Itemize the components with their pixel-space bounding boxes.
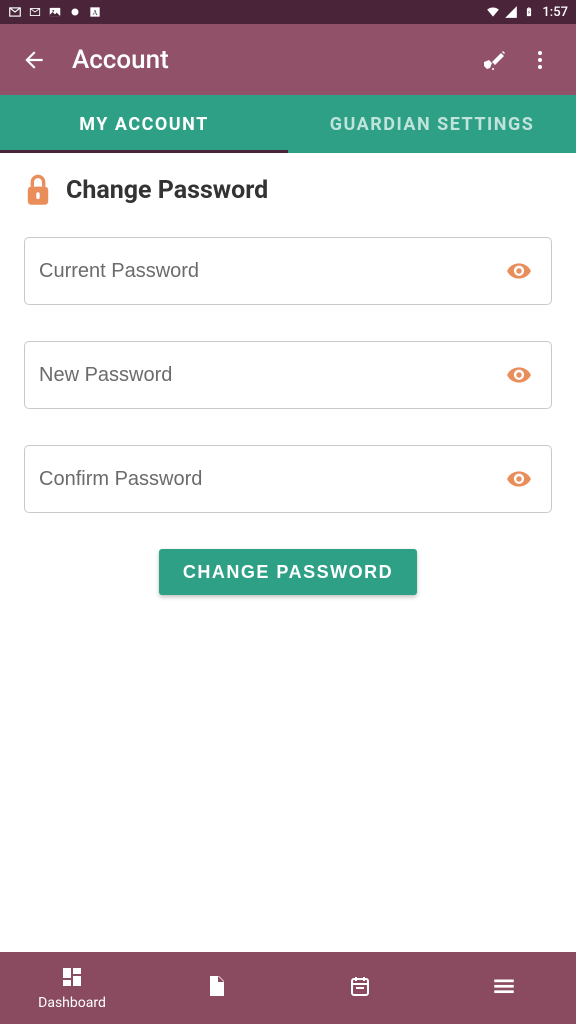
gmail-icon [28,5,42,19]
toggle-visibility-button[interactable] [501,461,537,497]
status-bar: A 1:57 [0,0,576,24]
new-password-input[interactable] [39,364,491,387]
nav-dashboard[interactable]: Dashboard [0,952,144,1024]
tab-guardian-settings[interactable]: GUARDIAN SETTINGS [288,95,576,153]
tab-label: GUARDIAN SETTINGS [330,114,535,135]
new-password-field[interactable] [24,341,552,409]
confirm-password-input[interactable] [39,468,491,491]
overflow-menu-button[interactable] [518,38,562,82]
edit-button[interactable] [474,38,518,82]
nav-document[interactable] [144,952,288,1024]
status-time: 1:57 [542,5,568,20]
photos-icon [48,5,62,19]
section-title: Change Password [66,176,268,205]
dashboard-icon [60,965,84,993]
back-button[interactable] [14,40,54,80]
current-password-field[interactable] [24,237,552,305]
status-system: 1:57 [486,5,568,20]
svg-text:A: A [92,9,97,17]
bottom-nav: Dashboard [0,952,576,1024]
lock-icon [24,173,52,207]
toggle-visibility-button[interactable] [501,357,537,393]
menu-icon [491,973,517,1003]
battery-icon [522,5,536,19]
tab-my-account[interactable]: MY ACCOUNT [0,95,288,153]
nav-calendar[interactable] [288,952,432,1024]
confirm-password-field[interactable] [24,445,552,513]
tab-bar: MY ACCOUNT GUARDIAN SETTINGS [0,95,576,153]
font-icon: A [88,5,102,19]
current-password-input[interactable] [39,260,491,283]
change-password-button[interactable]: CHANGE PASSWORD [159,549,417,595]
document-icon [204,974,228,1002]
toggle-visibility-button[interactable] [501,253,537,289]
nav-menu[interactable] [432,952,576,1024]
section-header: Change Password [24,173,552,207]
page-title: Account [72,45,474,75]
status-notifications: A [8,5,102,19]
signal-icon [504,5,518,19]
app-bar: Account [0,24,576,95]
app-notif-icon [68,5,82,19]
mail-icon [8,5,22,19]
content-area: Change Password CHANGE PASSWORD [0,153,576,952]
tab-label: MY ACCOUNT [79,114,209,135]
calendar-icon [348,974,372,1002]
wifi-icon [486,5,500,19]
nav-label: Dashboard [38,995,106,1011]
